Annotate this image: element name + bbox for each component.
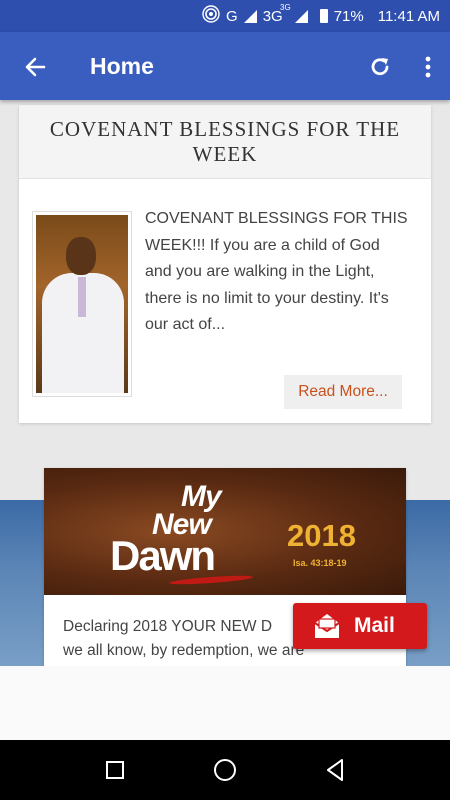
bottom-area [0, 666, 450, 740]
network-type-3g: 3G 3G [263, 3, 291, 25]
feed[interactable]: COVENANT BLESSINGS FOR THE WEEK COVENANT… [0, 100, 450, 666]
mail-button[interactable]: Mail [293, 603, 427, 649]
refresh-button[interactable] [355, 51, 405, 81]
banner-year: 2018 [287, 518, 356, 553]
page-title: Home [90, 52, 154, 79]
back-nav-button[interactable] [315, 750, 355, 790]
back-button[interactable] [0, 32, 70, 100]
recents-icon [106, 761, 124, 779]
banner-dawn: Dawn [110, 532, 216, 579]
battery-icon [319, 9, 328, 23]
signal-icon [243, 9, 257, 23]
post-card[interactable]: COVENANT BLESSINGS FOR THE WEEK COVENANT… [19, 105, 431, 423]
back-triangle-icon [327, 759, 343, 781]
back-arrow-icon [25, 57, 46, 77]
post-banner-image[interactable]: My New Dawn 2018 Isa. 43:18-19 [44, 468, 406, 595]
photo-face [66, 237, 96, 275]
photo-tie [78, 277, 86, 317]
network-3g-sup: 3G [280, 2, 291, 12]
banner-scripture-ref: Isa. 43:18-19 [293, 558, 347, 568]
status-bar: G 3G 3G 71% 11:41 AM [0, 0, 450, 32]
system-nav-bar [0, 740, 450, 800]
pastor-photo [36, 215, 128, 393]
post-title[interactable]: COVENANT BLESSINGS FOR THE WEEK [19, 105, 431, 179]
overflow-menu-button[interactable] [405, 51, 450, 81]
overflow-menu-icon [425, 56, 430, 77]
refresh-icon [371, 57, 389, 75]
home-circle-icon [214, 759, 236, 781]
app-bar: Home [0, 32, 450, 100]
home-button[interactable] [205, 750, 245, 790]
mail-label: Mail [354, 614, 395, 637]
post-excerpt: COVENANT BLESSINGS FOR THIS WEEK!!! If y… [145, 210, 408, 333]
mail-icon [312, 611, 342, 641]
network-type-g: G [226, 7, 238, 25]
recents-button[interactable] [95, 750, 135, 790]
hotspot-icon [202, 5, 220, 27]
clock: 11:41 AM [377, 7, 440, 25]
battery-percent: 71% [333, 7, 364, 25]
post-thumbnail[interactable] [32, 211, 132, 397]
read-more-button[interactable]: Read More... [284, 375, 402, 409]
signal-icon-2 [294, 9, 308, 23]
